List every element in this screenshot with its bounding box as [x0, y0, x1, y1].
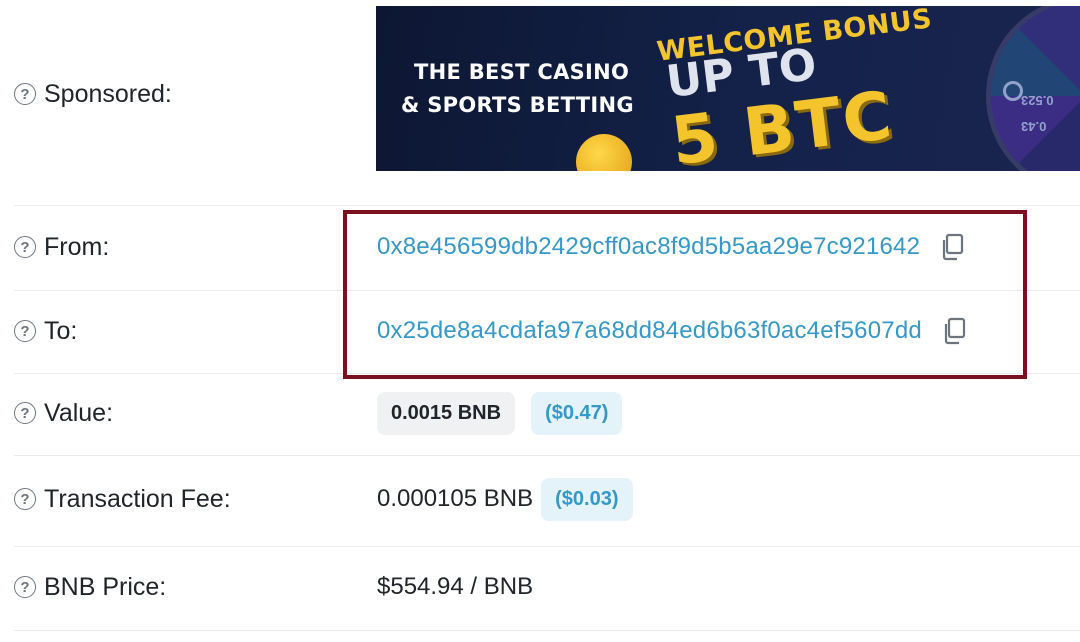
bitcoin-coin-icon	[576, 134, 632, 171]
wheel-label-2: 0.43	[1021, 119, 1047, 134]
price-amount: $554.94 / BNB	[377, 573, 534, 600]
price-label-row: ? BNB Price:	[14, 569, 166, 605]
address-highlight-box	[343, 210, 1027, 379]
value-value: 0.0015 BNB ($0.47)	[377, 391, 623, 435]
question-circle-icon[interactable]: ?	[14, 320, 36, 342]
question-circle-icon[interactable]: ?	[14, 83, 36, 105]
prize-wheel-graphic: 0.523 0.43	[986, 6, 1080, 171]
fee-usd-badge: ($0.03)	[541, 477, 633, 521]
question-circle-icon[interactable]: ?	[14, 236, 36, 258]
fee-value: 0.000105 BNB ($0.03)	[377, 477, 633, 521]
divider	[14, 630, 1080, 631]
fee-label: Transaction Fee:	[44, 484, 231, 513]
to-label-row: ? To:	[14, 313, 77, 349]
wheel-coin-icon	[1003, 81, 1023, 101]
value-amount-badge: 0.0015 BNB	[377, 391, 516, 435]
question-circle-icon[interactable]: ?	[14, 402, 36, 424]
fee-label-row: ? Transaction Fee:	[14, 481, 231, 517]
wheel-label-1: 0.523	[1021, 93, 1054, 108]
divider	[14, 455, 1080, 456]
price-label: BNB Price:	[44, 572, 167, 601]
banner-line-1: THE BEST CASINO	[414, 60, 630, 84]
divider	[14, 546, 1080, 547]
sponsored-label: Sponsored:	[44, 79, 172, 108]
sponsored-banner[interactable]: 0.523 0.43 THE BEST CASINO & SPORTS BETT…	[376, 6, 1080, 171]
from-label-row: ? From:	[14, 229, 109, 265]
value-usd-badge: ($0.47)	[531, 391, 623, 435]
value-label: Value:	[44, 398, 114, 427]
divider	[14, 205, 1080, 206]
price-value: $554.94 / BNB	[377, 569, 533, 605]
banner-line-2: & SPORTS BETTING	[401, 93, 634, 117]
question-circle-icon[interactable]: ?	[14, 488, 36, 510]
fee-amount: 0.000105 BNB	[377, 485, 534, 512]
sponsored-label-row: ? Sponsored:	[14, 76, 172, 112]
to-label: To:	[44, 316, 78, 345]
value-label-row: ? Value:	[14, 395, 113, 431]
question-circle-icon[interactable]: ?	[14, 576, 36, 598]
from-label: From:	[44, 232, 110, 261]
